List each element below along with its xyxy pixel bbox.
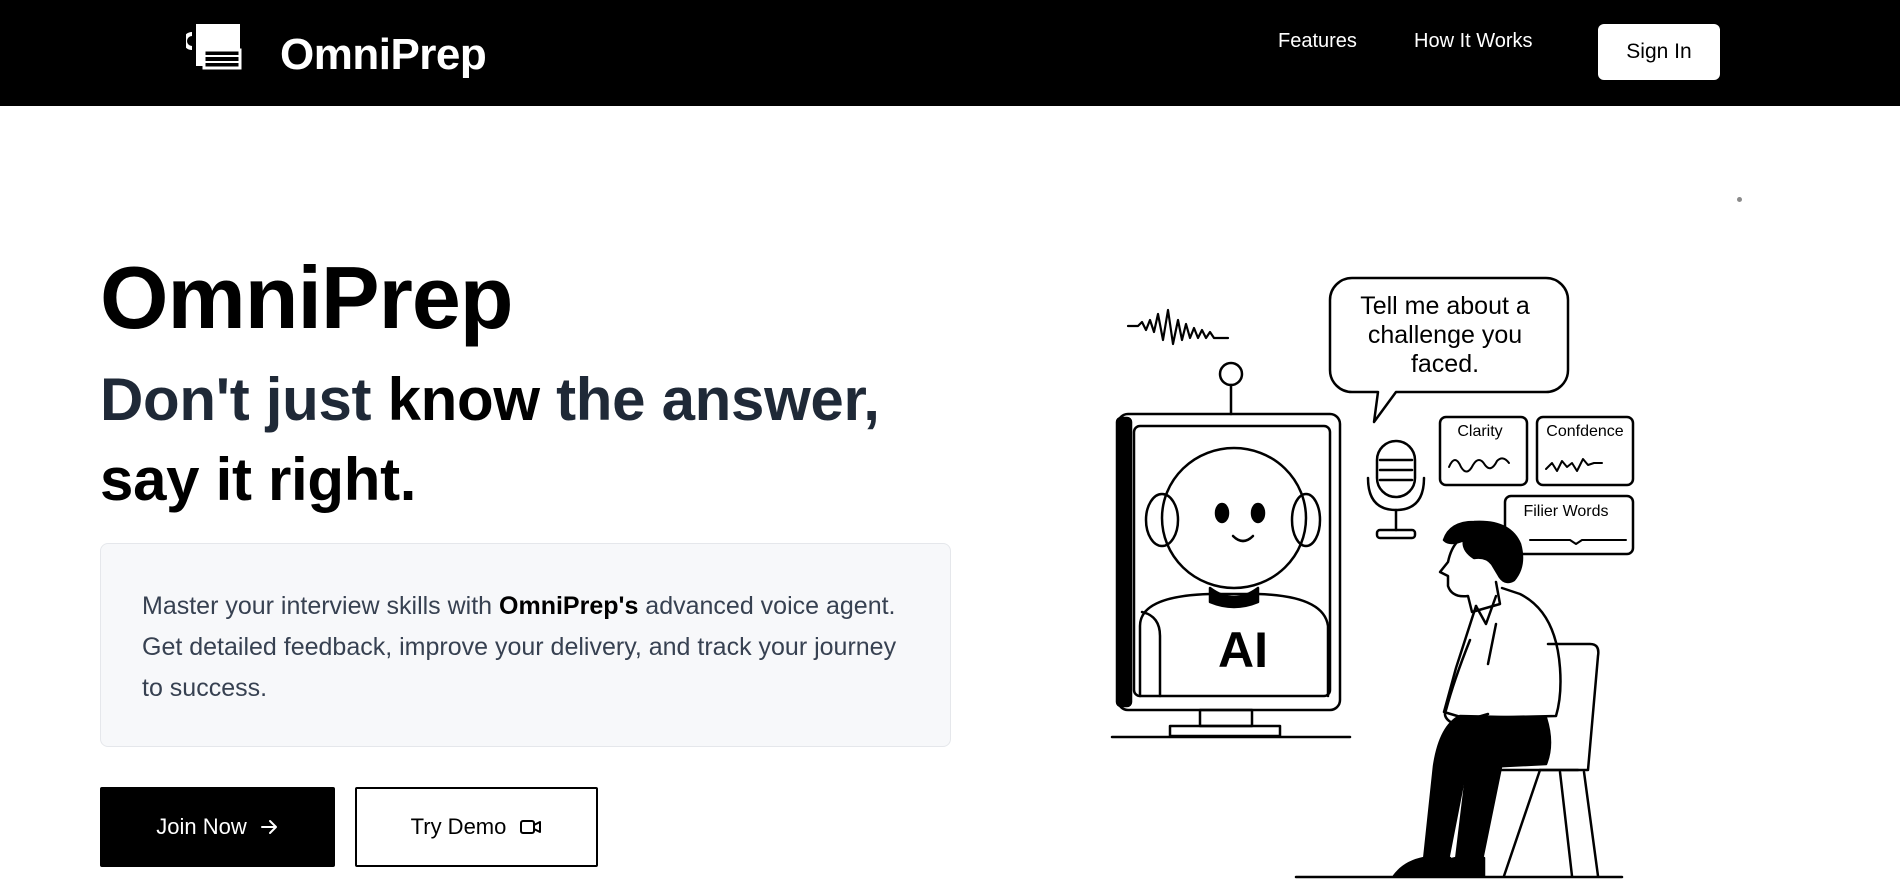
hero-description: Master your interview skills with OmniPr… [142,586,910,709]
tagline-emphasis-know: know [387,366,540,433]
tagline-emphasis-say: say it right. [100,446,417,513]
decorative-dot [1737,197,1742,202]
metric-confidence-label: Confdence [1546,423,1624,440]
speech-bubble-text: Tell me about a challenge you faced. [1360,292,1530,378]
join-now-label: Join Now [156,814,247,839]
nav-link-how-it-works[interactable]: How It Works [1414,28,1533,54]
try-demo-button[interactable]: Try Demo [355,787,598,867]
robot-ai-label: AI [1218,622,1268,678]
metric-filler-words-label: Filier Words [1523,503,1609,520]
tagline-part-1: Don't just [100,366,388,433]
book-mug-icon [186,24,242,70]
tagline-part-2: the answer, [539,366,880,433]
top-navbar: OmniPrep Features How It Works Sign In [0,0,1900,106]
brand-name[interactable]: OmniPrep [280,28,487,82]
join-now-button[interactable]: Join Now [100,787,335,867]
metric-clarity-label: Clarity [1457,423,1503,440]
try-demo-label: Try Demo [410,814,507,839]
video-camera-icon [520,820,542,834]
hero-title: OmniPrep [100,248,514,347]
hero-tagline: Don't just know the answer, say it right. [100,360,920,520]
nav-link-features[interactable]: Features [1278,28,1357,54]
description-part-1: Master your interview skills with [142,592,500,620]
description-brand: OmniPrep's [499,592,639,620]
arrow-right-icon [260,820,277,834]
sign-in-button[interactable]: Sign In [1598,24,1720,80]
description-card: Master your interview skills with OmniPr… [100,543,951,747]
